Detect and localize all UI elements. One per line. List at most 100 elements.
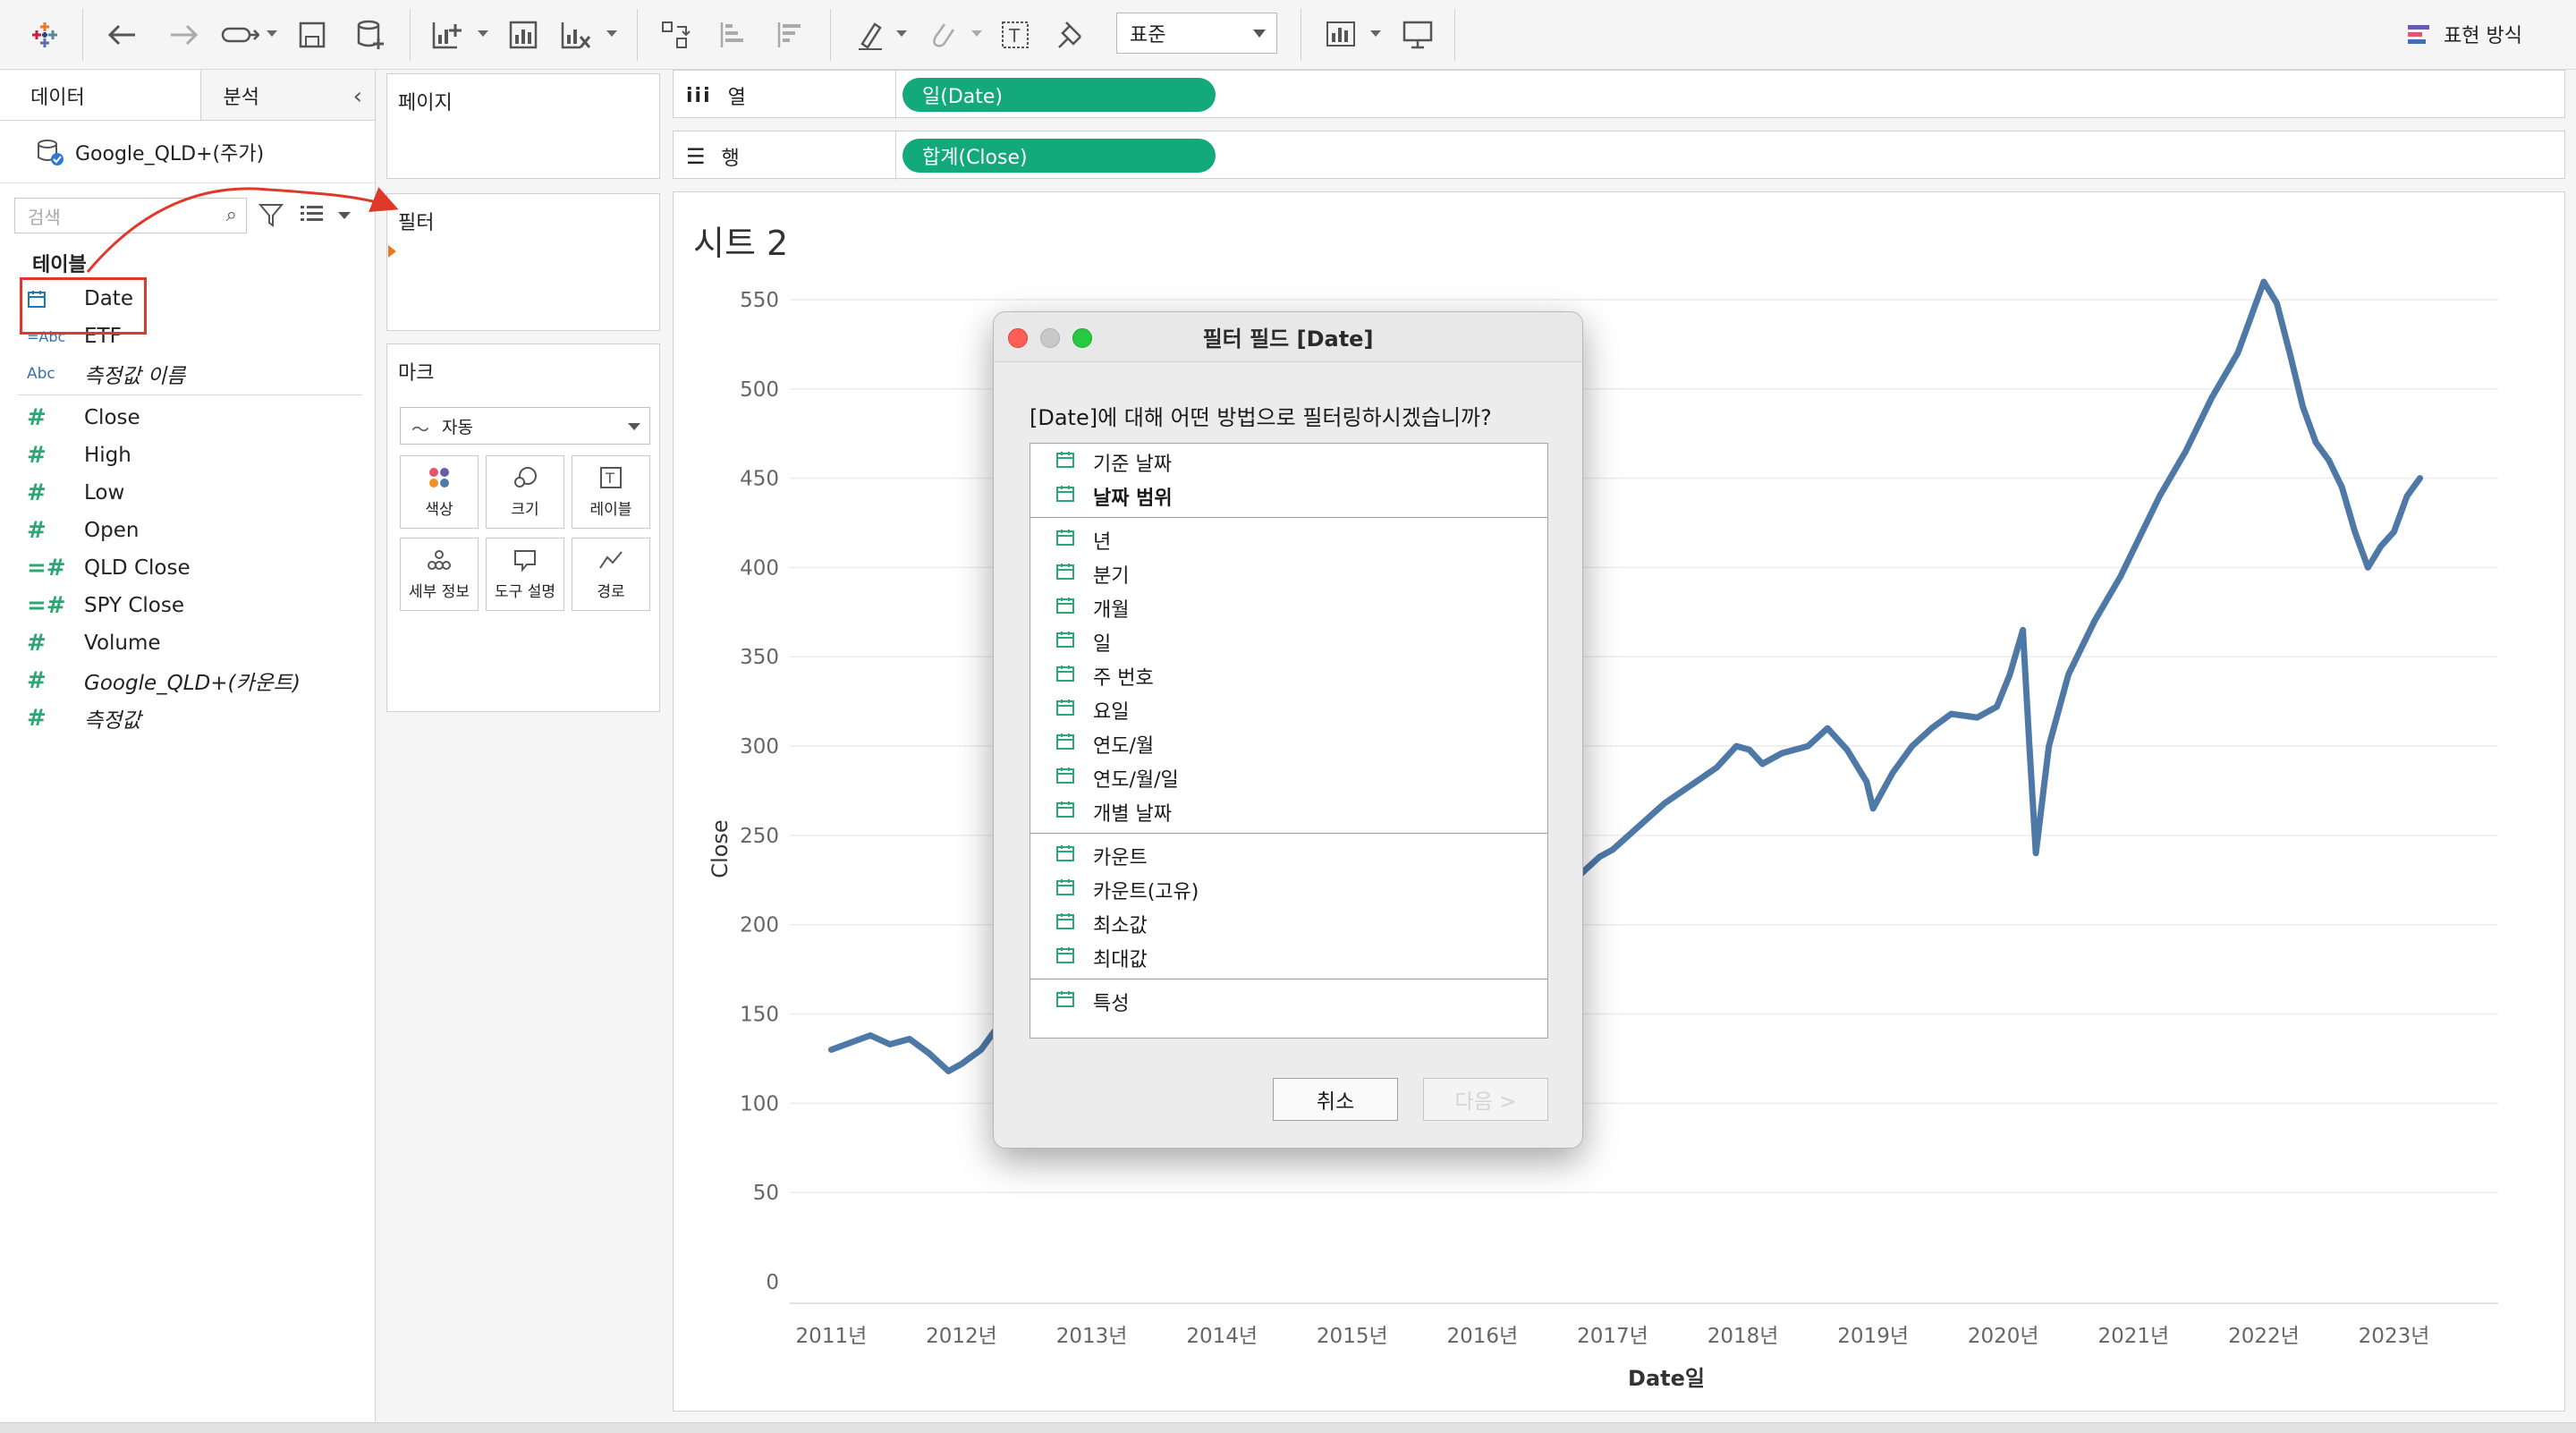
- sort-descending-icon[interactable]: [767, 14, 812, 55]
- filter-option[interactable]: 주 번호: [1030, 659, 1547, 693]
- field-item[interactable]: # Close: [0, 399, 375, 437]
- x-tick-label: 2013년: [1056, 1325, 1128, 1348]
- filter-option[interactable]: 연도/월: [1030, 727, 1547, 761]
- calendar-icon: [1055, 630, 1075, 655]
- save-icon[interactable]: [290, 14, 335, 55]
- path-mark-button[interactable]: 경로: [572, 538, 650, 611]
- tableau-logo-icon[interactable]: [25, 14, 64, 55]
- size-mark-button[interactable]: 크기: [486, 455, 564, 529]
- calendar-icon: [1055, 878, 1075, 903]
- next-button[interactable]: 다음 >: [1423, 1078, 1548, 1121]
- fit-view-select[interactable]: 표준: [1116, 13, 1277, 54]
- undo-icon[interactable]: [100, 14, 145, 55]
- columns-pill-date[interactable]: 일(Date): [902, 78, 1216, 112]
- show-me-icon: [2408, 25, 2429, 44]
- data-pane: 데이터 분석 ‹ Google_QLD+(주가) 검색 ⌕ 테이블 Date =A…: [0, 71, 376, 1421]
- y-axis-title: Close: [708, 819, 733, 878]
- x-tick-label: 2016년: [1447, 1325, 1519, 1348]
- y-tick-label: 0: [766, 1271, 779, 1294]
- filter-option[interactable]: 카운트(고유): [1030, 873, 1547, 907]
- columns-shelf[interactable]: iii 열 일(Date): [673, 70, 2565, 119]
- rows-shelf[interactable]: ☰ 행 합계(Close): [673, 131, 2565, 180]
- window-maximize-button[interactable]: [1072, 328, 1092, 348]
- y-tick-label: 200: [740, 914, 779, 937]
- calendar-icon: [1055, 732, 1075, 757]
- calendar-icon: [1055, 450, 1075, 475]
- filter-option[interactable]: 날짜 범위: [1030, 479, 1547, 513]
- filter-option[interactable]: 최대값: [1030, 941, 1547, 975]
- rows-pill-close[interactable]: 합계(Close): [902, 139, 1216, 173]
- color-mark-button[interactable]: 색상: [400, 455, 479, 529]
- field-item[interactable]: Abc 측정값 이름: [0, 355, 375, 393]
- chevron-down-icon[interactable]: [338, 212, 351, 219]
- x-tick-label: 2021년: [2097, 1325, 2169, 1348]
- tab-analysis[interactable]: 분석: [201, 71, 375, 120]
- filter-option[interactable]: 개월: [1030, 591, 1547, 625]
- clear-sheet-icon[interactable]: [553, 14, 599, 55]
- field-item[interactable]: =# SPY Close: [0, 587, 375, 624]
- filter-option-label: 연도/월/일: [1093, 769, 1179, 792]
- field-item[interactable]: # Low: [0, 474, 375, 512]
- field-item[interactable]: # Volume: [0, 624, 375, 662]
- filter-option[interactable]: 일: [1030, 625, 1547, 659]
- y-tick-label: 150: [740, 1004, 779, 1027]
- pages-card[interactable]: 페이지: [386, 73, 660, 179]
- window-close-button[interactable]: [1008, 328, 1028, 348]
- marks-card: 마크 〜 자동 색상 크기 T 레이블 세부 정보 도구 설명 경로: [386, 343, 660, 712]
- group-members-icon[interactable]: [921, 14, 962, 55]
- highlight-icon[interactable]: [850, 14, 891, 55]
- show-me-button[interactable]: 표현 방식: [2406, 16, 2522, 52]
- measure-field-icon: #: [27, 705, 47, 732]
- filters-card[interactable]: 필터: [386, 193, 660, 331]
- filter-option[interactable]: 기준 날짜: [1030, 445, 1547, 479]
- replay-animation-icon[interactable]: [215, 14, 265, 55]
- field-name: Close: [84, 406, 140, 429]
- field-item[interactable]: # High: [0, 437, 375, 474]
- filter-option[interactable]: 개별 날짜: [1030, 795, 1547, 829]
- view-list-icon[interactable]: [299, 201, 326, 228]
- filter-option[interactable]: 최소값: [1030, 907, 1547, 941]
- window-minimize-button[interactable]: [1040, 328, 1060, 348]
- show-mark-labels-icon[interactable]: T: [995, 14, 1036, 55]
- redo-icon[interactable]: [161, 14, 206, 55]
- filter-option[interactable]: 요일: [1030, 693, 1547, 727]
- search-input[interactable]: 검색 ⌕: [14, 198, 247, 233]
- duplicate-sheet-icon[interactable]: [499, 14, 546, 55]
- filter-option[interactable]: 카운트: [1030, 839, 1547, 873]
- detail-mark-button[interactable]: 세부 정보: [400, 538, 479, 611]
- datasource-item[interactable]: Google_QLD+(주가): [0, 121, 375, 183]
- field-item[interactable]: # Open: [0, 512, 375, 549]
- calendar-icon: [1055, 528, 1075, 553]
- calendar-icon: [1055, 562, 1075, 587]
- calculated-measure-icon: =#: [27, 592, 66, 619]
- new-datasource-icon[interactable]: [349, 14, 394, 55]
- swap-rows-columns-icon[interactable]: [653, 14, 698, 55]
- filter-option[interactable]: 특성: [1030, 985, 1547, 1019]
- collapse-pane-icon[interactable]: ‹: [353, 83, 362, 110]
- tooltip-mark-button[interactable]: 도구 설명: [486, 538, 564, 611]
- viz-area[interactable]: 시트 2 0 50 100 150 200 250 300 350 400 450 500 550 20…: [673, 191, 2565, 1412]
- x-tick-label: 2023년: [2359, 1325, 2430, 1348]
- show-hide-cards-icon[interactable]: [1318, 14, 1370, 55]
- line-chart[interactable]: 0 50 100 150 200 250 300 350 400 450 500 550 2011년 20…: [674, 192, 2566, 1412]
- label-icon: T: [600, 466, 622, 488]
- field-item[interactable]: =# QLD Close: [0, 549, 375, 587]
- filter-option[interactable]: 분기: [1030, 557, 1547, 591]
- x-tick-label: 2015년: [1317, 1325, 1388, 1348]
- cancel-button[interactable]: 취소: [1273, 1078, 1398, 1121]
- x-tick-label: 2020년: [1968, 1325, 2039, 1348]
- fix-axes-pin-icon[interactable]: [1050, 14, 1091, 55]
- new-worksheet-icon[interactable]: [424, 14, 470, 55]
- label-mark-button[interactable]: T 레이블: [572, 455, 650, 529]
- calculated-measure-icon: =#: [27, 555, 66, 581]
- field-item[interactable]: # Google_QLD+(카운트): [0, 662, 375, 700]
- sort-ascending-icon[interactable]: [710, 14, 755, 55]
- filter-icon[interactable]: [258, 201, 284, 228]
- field-item[interactable]: # 측정값: [0, 700, 375, 737]
- filter-option[interactable]: 년: [1030, 523, 1547, 557]
- tab-data[interactable]: 데이터: [0, 71, 202, 120]
- presentation-mode-icon[interactable]: [1395, 14, 1440, 55]
- filter-option[interactable]: 연도/월/일: [1030, 761, 1547, 795]
- mark-type-select[interactable]: 〜 자동: [400, 407, 650, 445]
- measure-field-icon: #: [27, 404, 47, 431]
